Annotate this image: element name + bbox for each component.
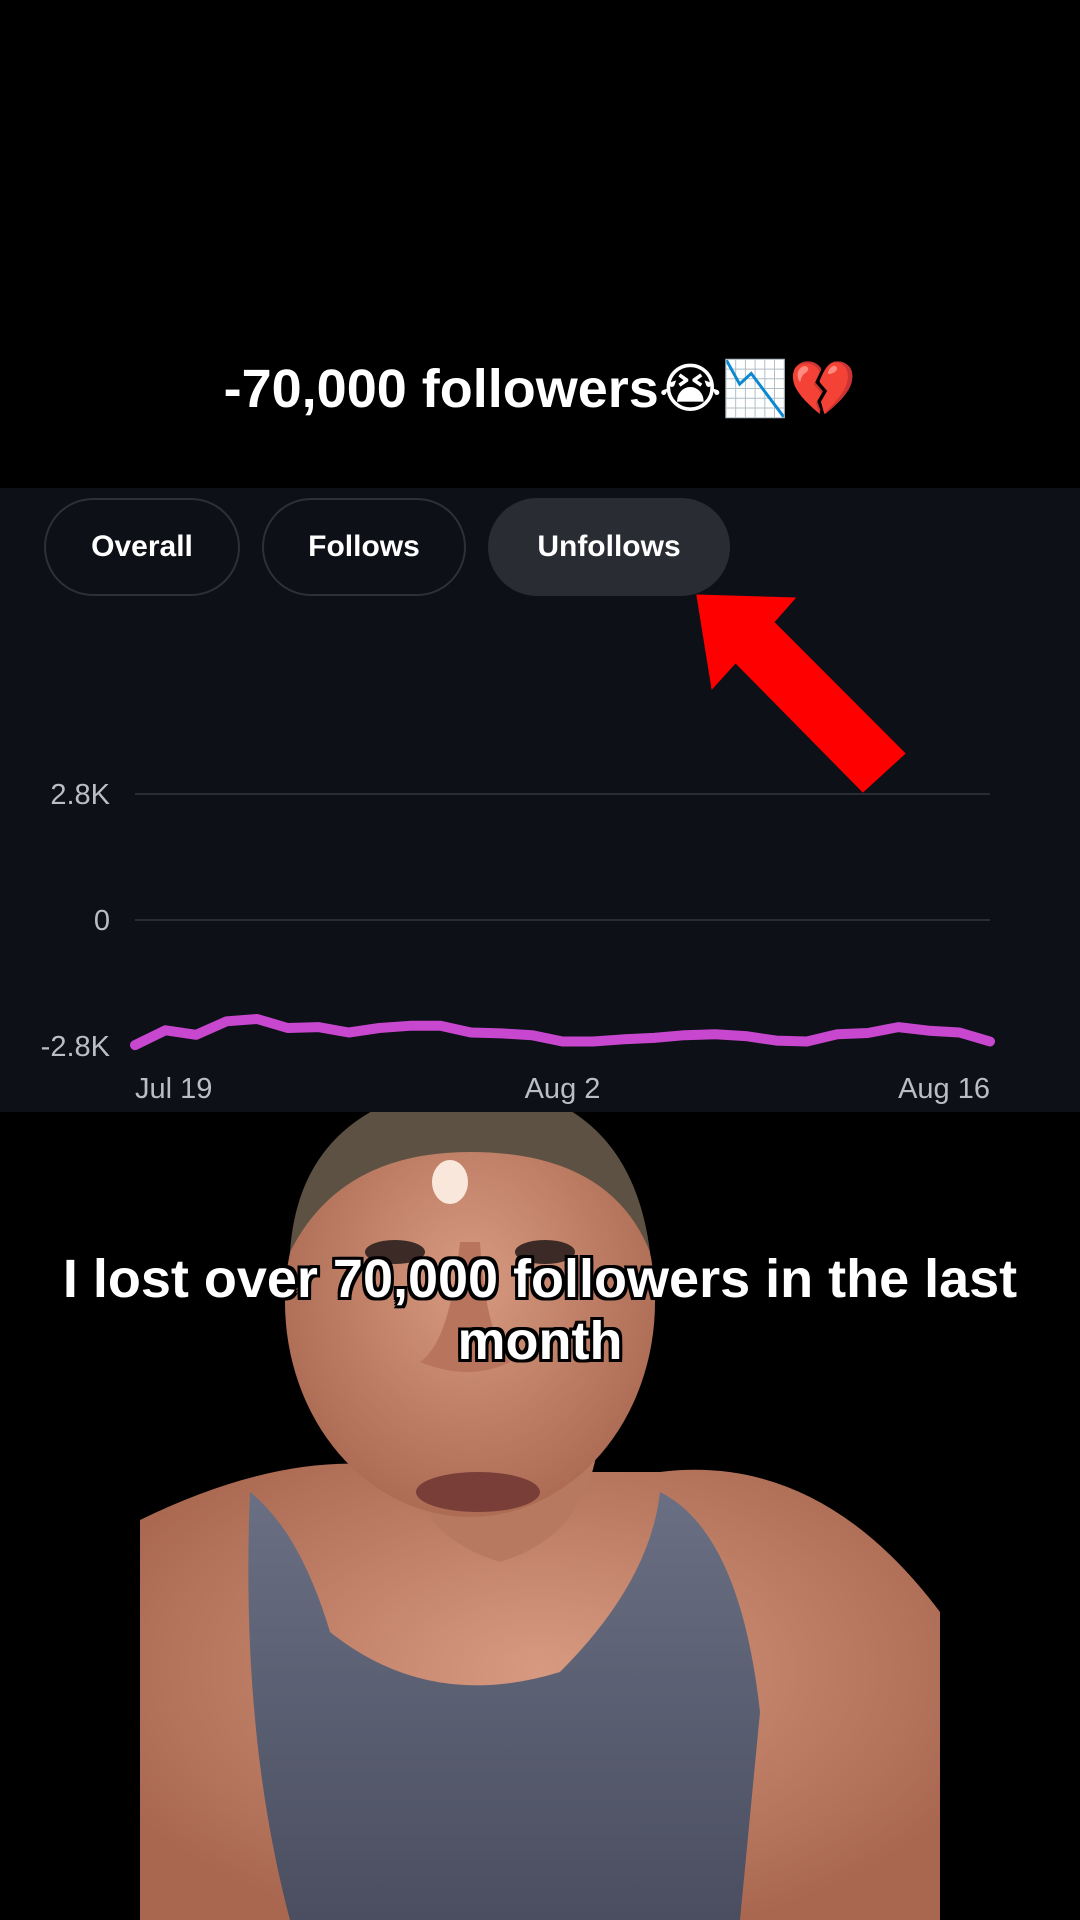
red-arrow-annotation <box>696 594 906 793</box>
unfollows-series-line <box>130 1014 995 1051</box>
creator-video-frame <box>0 1112 1080 1920</box>
x-tick-label: Aug 16 <box>898 1073 990 1105</box>
y-tick-label: 0 <box>94 905 110 937</box>
tab-follows[interactable]: Follows <box>262 498 466 596</box>
analytics-panel: 2.8K 0 -2.8K Jul 19 Aug 2 Aug 16 Overall Foll… <box>0 488 1080 1112</box>
person-photo <box>140 1112 940 1920</box>
x-tick-label: Aug 2 <box>525 1073 601 1105</box>
tab-overall[interactable]: Overall <box>44 498 240 596</box>
video-headline: -70,000 followers😭📉💔 <box>223 359 857 419</box>
y-tick-label: 2.8K <box>50 779 110 811</box>
video-caption: I lost over 70,000 followers in the last… <box>62 1249 1018 1371</box>
y-tick-label: -2.8K <box>41 1031 111 1063</box>
tab-unfollows[interactable]: Unfollows <box>488 498 730 596</box>
x-tick-label: Jul 19 <box>135 1073 212 1105</box>
